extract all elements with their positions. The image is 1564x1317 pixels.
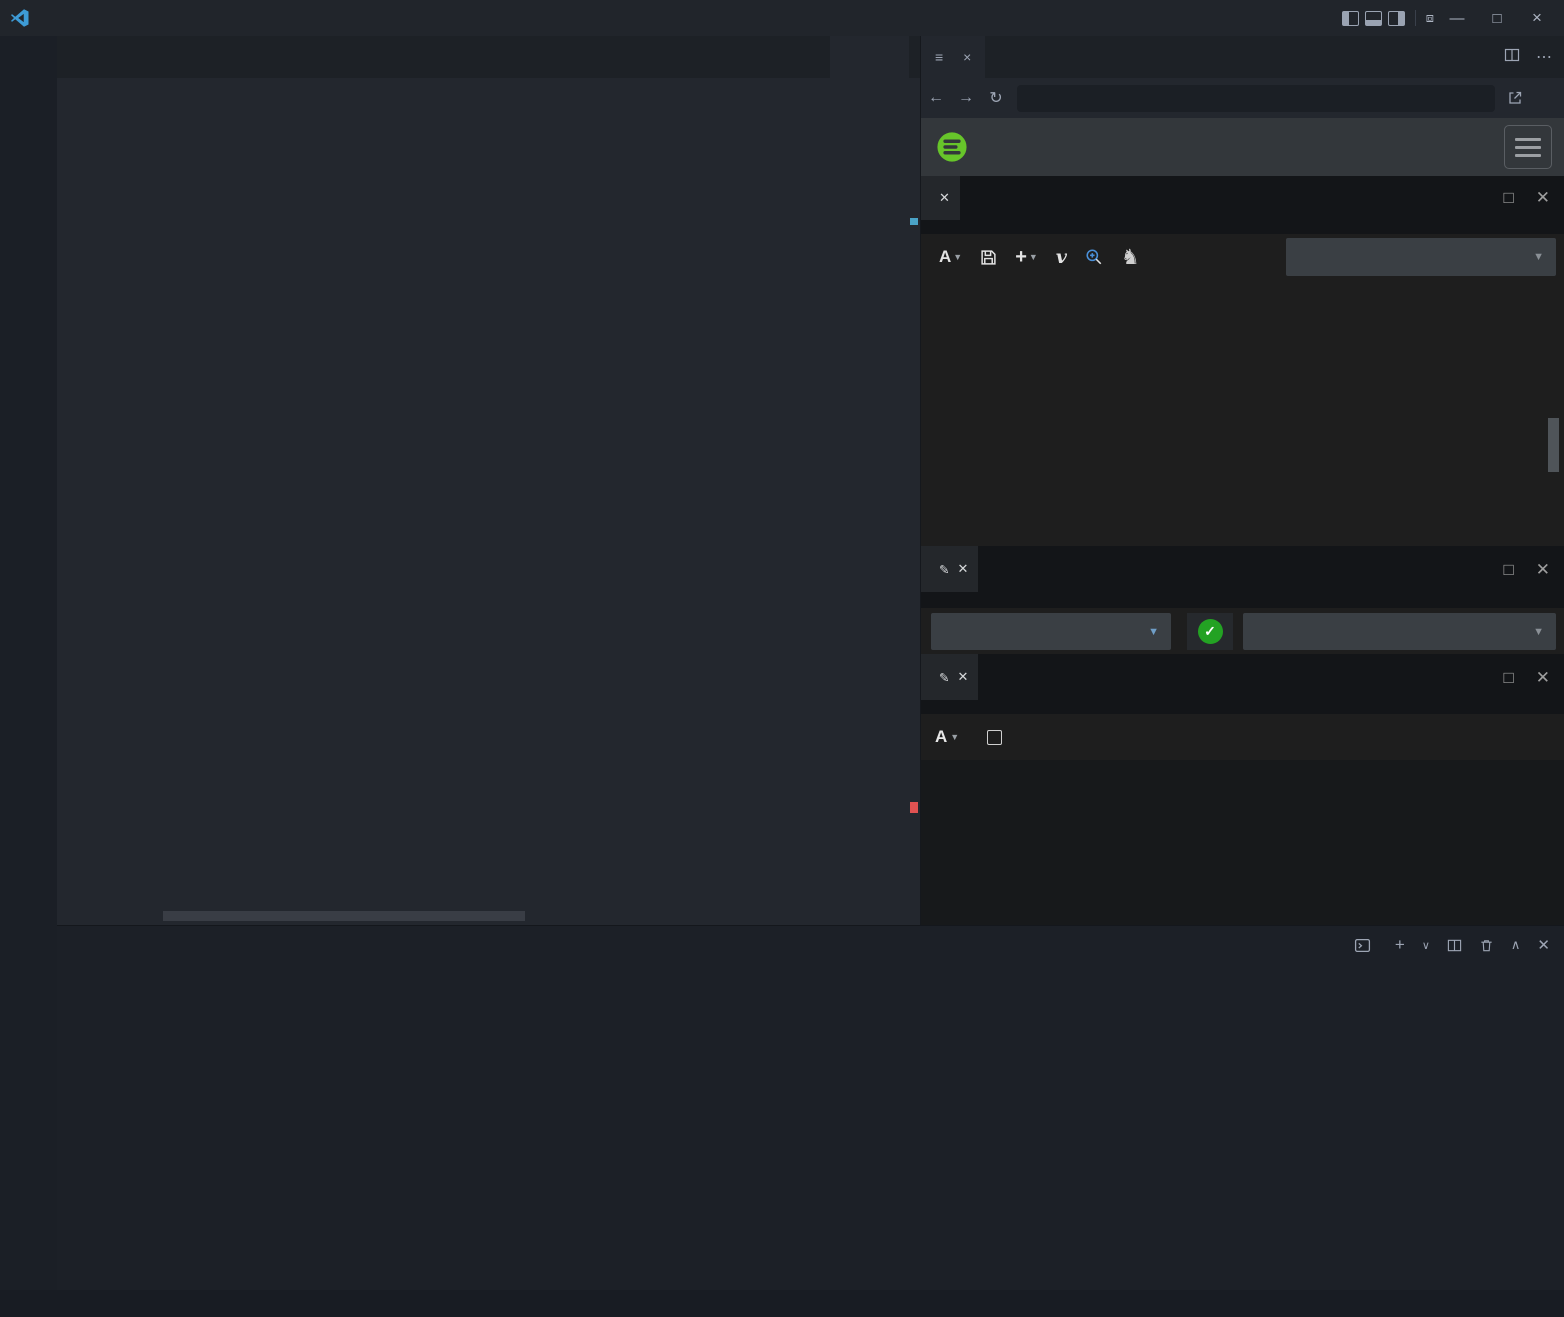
vscode-logo-icon: [10, 8, 30, 28]
compiler-options-input[interactable]: ▼: [1243, 613, 1556, 650]
output-toolbar: A▼: [921, 714, 1564, 760]
ruler-mark-info: [910, 218, 918, 225]
toggle-sidebar-icon[interactable]: [1342, 11, 1359, 26]
close-pane-icon[interactable]: ✕: [1536, 560, 1550, 580]
toggle-panel-icon[interactable]: [1365, 11, 1382, 26]
maximize-button[interactable]: □: [1480, 10, 1514, 27]
title-bar: ⧈ — □ ×: [0, 0, 1564, 36]
font-size-button[interactable]: A▼: [935, 727, 959, 747]
compiler-select[interactable]: ▼: [931, 613, 1171, 650]
vim-mode-icon[interactable]: v: [1056, 246, 1067, 268]
hamburger-menu-icon[interactable]: [1504, 125, 1552, 169]
more-actions-icon[interactable]: ⋯: [1536, 47, 1552, 67]
compiler-pane-tab[interactable]: ✎ ✕: [921, 546, 978, 592]
divider: [1415, 10, 1416, 26]
kill-terminal-icon[interactable]: [1479, 938, 1494, 953]
close-pane-icon[interactable]: ✕: [1536, 188, 1550, 208]
url-input[interactable]: [1017, 85, 1495, 112]
save-icon[interactable]: [980, 249, 997, 266]
browser-tab-bar: ≡ × ⋯: [921, 36, 1564, 78]
compiler-explorer-logo-icon[interactable]: [929, 124, 975, 170]
language-select[interactable]: ▼: [1286, 238, 1556, 276]
back-icon[interactable]: ←: [921, 89, 951, 107]
editor-group: ⋯: [57, 36, 920, 925]
compiler-explorer-page: ✕ □ ✕ A▼ +▼ v ♞ ▼: [921, 118, 1564, 925]
minimize-button[interactable]: —: [1440, 10, 1474, 27]
status-bar: [0, 1290, 1564, 1317]
source-pane-tab[interactable]: ✕: [921, 176, 960, 220]
compiler-row: ▼ ✓ ▼: [921, 608, 1564, 654]
output-pane-header: ✎ ✕ □ ✕: [921, 654, 1564, 714]
split-terminal-icon[interactable]: [1447, 938, 1462, 953]
editor-tabs: [57, 36, 920, 78]
terminal-dropdown-icon[interactable]: ∨: [1422, 939, 1430, 952]
mascot-icon[interactable]: ♞: [1121, 245, 1140, 270]
source-toolbar: A▼ +▼ v ♞ ▼: [921, 234, 1564, 280]
edit-pencil-icon[interactable]: ✎: [939, 670, 949, 685]
chevron-down-icon: ▼: [1533, 251, 1544, 263]
terminal-icon: [1354, 937, 1371, 954]
close-icon[interactable]: ✕: [939, 190, 950, 206]
maximize-pane-icon[interactable]: □: [1503, 668, 1513, 688]
ruler-mark-error: [910, 802, 918, 813]
terminal-output[interactable]: [85, 974, 1554, 1280]
reload-icon[interactable]: ↻: [981, 88, 1011, 108]
zoom-search-icon[interactable]: [1085, 248, 1103, 266]
output-pane-tab[interactable]: ✎ ✕: [921, 654, 978, 700]
customize-layout-icon[interactable]: ⧈: [1426, 10, 1434, 26]
compiler-explorer-header: [921, 118, 1564, 176]
edit-pencil-icon[interactable]: ✎: [939, 562, 949, 577]
close-pane-icon[interactable]: ✕: [1536, 668, 1550, 688]
tab-simple-browser[interactable]: ≡ ×: [921, 36, 985, 78]
browser-nav-bar: ← → ↻: [921, 78, 1564, 118]
overview-ruler: [909, 36, 920, 925]
program-output: [921, 760, 1564, 925]
bottom-panel: + ∨ ∧ ✕: [57, 925, 1564, 1290]
terminal-picker[interactable]: [1354, 937, 1378, 954]
source-editor[interactable]: [921, 280, 1564, 546]
code-editor[interactable]: [57, 103, 920, 925]
chevron-down-icon: ▼: [1533, 626, 1544, 638]
maximize-panel-icon[interactable]: ∧: [1511, 937, 1521, 953]
new-terminal-icon[interactable]: +: [1395, 935, 1405, 955]
close-panel-icon[interactable]: ✕: [1537, 936, 1550, 954]
close-icon[interactable]: ✕: [957, 669, 968, 685]
minimap[interactable]: [830, 36, 909, 925]
add-pane-button[interactable]: +▼: [1015, 246, 1038, 269]
chevron-down-icon: ▼: [1148, 626, 1159, 638]
close-icon[interactable]: ×: [963, 49, 971, 65]
simple-browser-group: ≡ × ⋯ ← → ↻: [920, 36, 1564, 925]
wrap-lines-checkbox[interactable]: [987, 730, 1002, 745]
close-icon[interactable]: ✕: [957, 561, 968, 577]
maximize-pane-icon[interactable]: □: [1503, 560, 1513, 580]
check-icon: ✓: [1198, 619, 1223, 644]
toggle-secondary-sidebar-icon[interactable]: [1388, 11, 1405, 26]
activity-bar: [0, 36, 57, 1290]
source-scrollbar[interactable]: [1548, 418, 1559, 472]
open-external-icon[interactable]: [1507, 90, 1523, 106]
source-pane-header: ✕ □ ✕: [921, 176, 1564, 234]
close-window-button[interactable]: ×: [1520, 8, 1554, 28]
font-size-button[interactable]: A▼: [939, 247, 962, 267]
compiler-pane-header: ✎ ✕ □ ✕: [921, 546, 1564, 608]
horizontal-scrollbar[interactable]: [163, 911, 525, 921]
breadcrumb[interactable]: [57, 78, 920, 103]
compile-status: ✓: [1187, 613, 1233, 650]
forward-icon[interactable]: →: [951, 89, 981, 107]
split-editor-icon[interactable]: [1504, 47, 1520, 67]
maximize-pane-icon[interactable]: □: [1503, 188, 1513, 208]
simple-browser-icon: ≡: [935, 49, 943, 65]
